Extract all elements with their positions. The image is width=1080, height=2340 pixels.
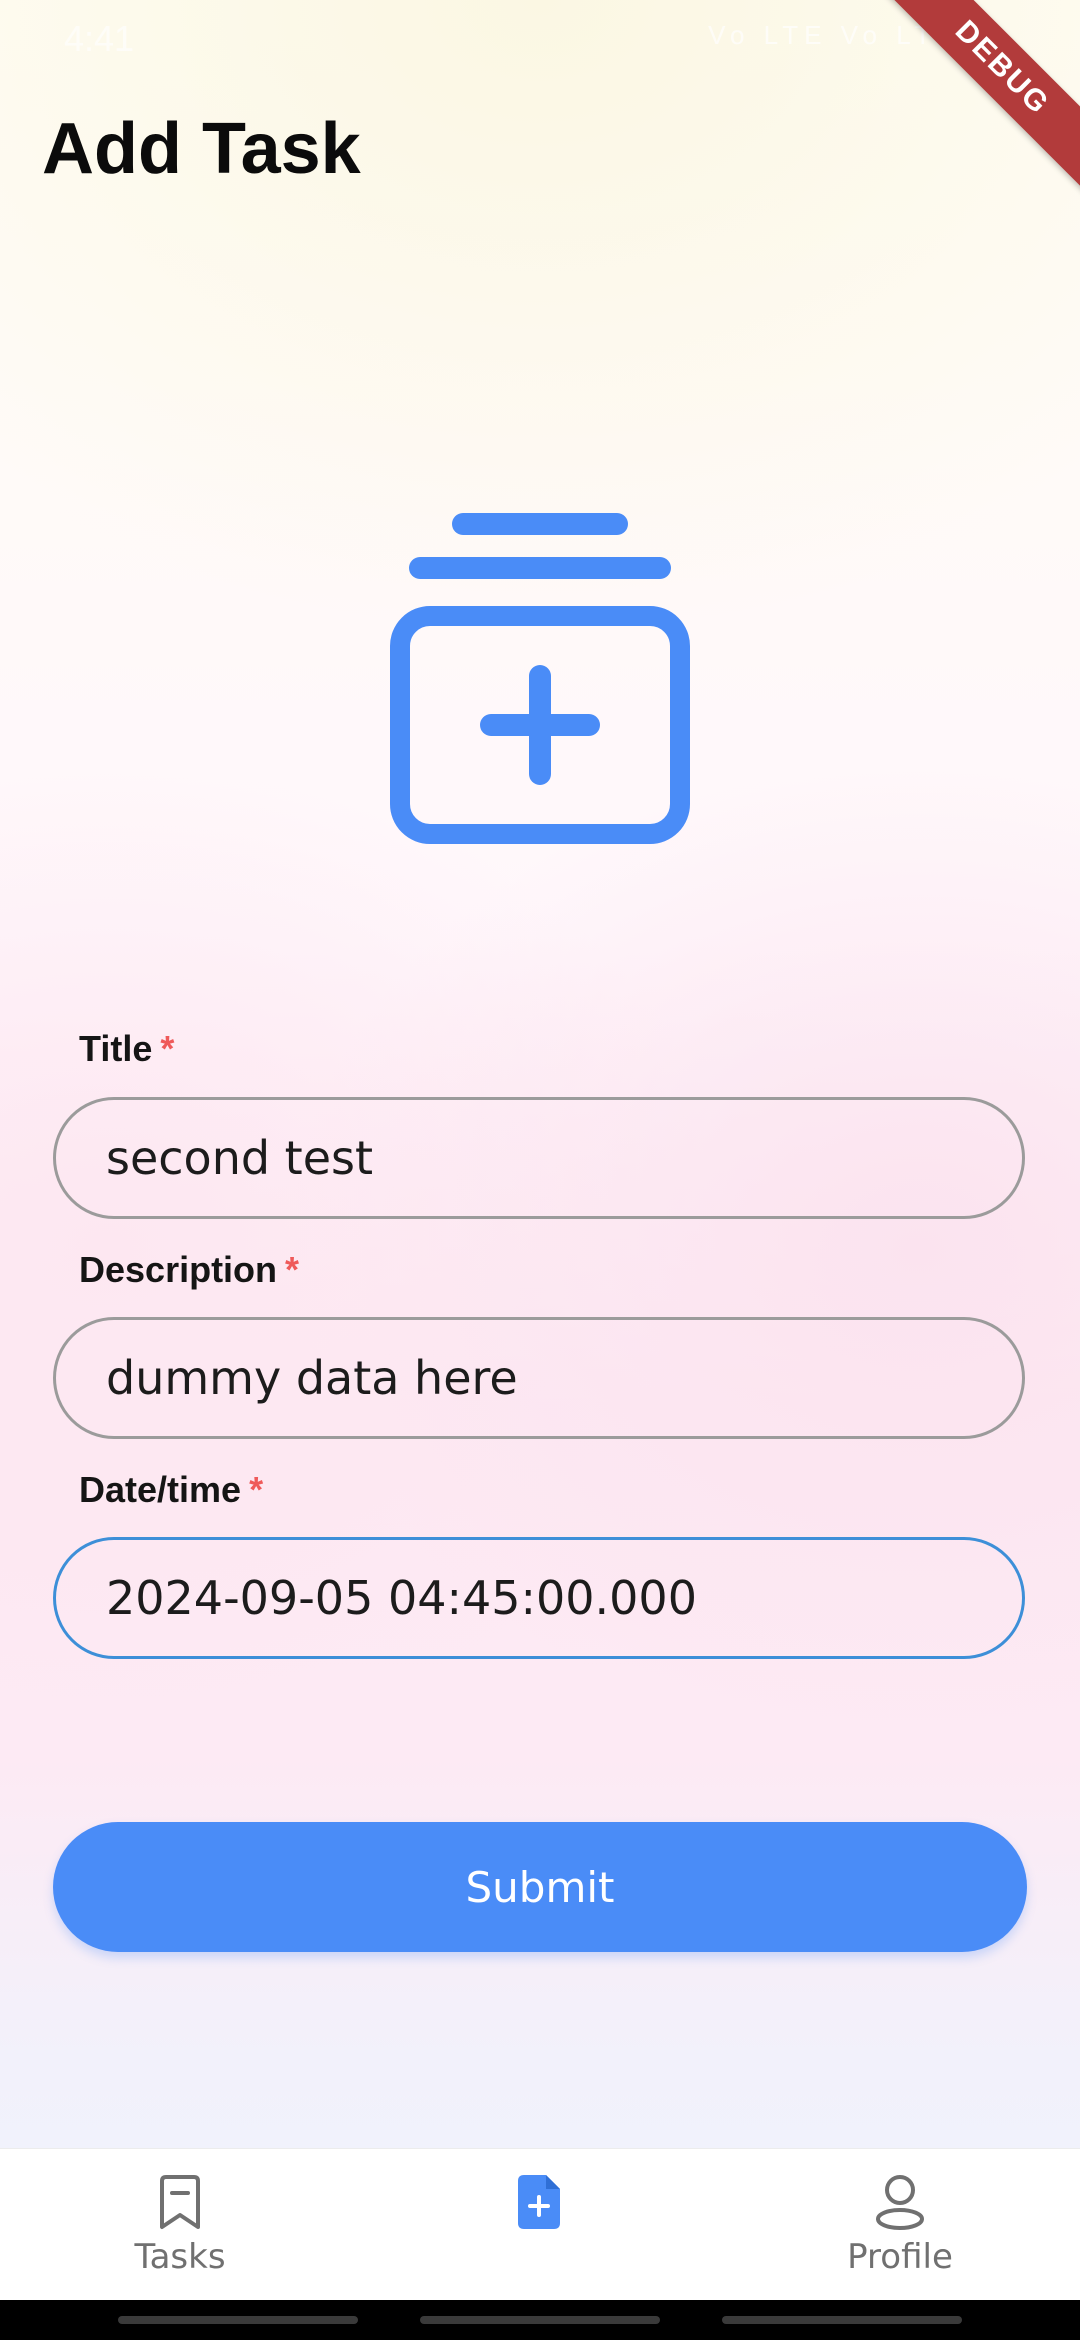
submit-button[interactable]: Submit (53, 1822, 1027, 1952)
system-gesture-bar (0, 2300, 1080, 2340)
person-icon (876, 2175, 924, 2230)
required-mark: * (285, 1249, 300, 1290)
bottom-navigation: Tasks Profile (0, 2148, 1080, 2301)
nav-label-tasks: Tasks (134, 2237, 226, 2277)
title-label: Title * (79, 1028, 175, 1069)
gesture-pill (722, 2316, 962, 2324)
add-task-screen: 4:41 Vo LTE Vo LTE DEBUG Add Task Title *… (0, 0, 1080, 2340)
gesture-pill (118, 2316, 358, 2324)
status-time: 4:41 (64, 18, 135, 59)
nav-item-tasks[interactable]: Tasks (80, 2173, 280, 2277)
bookmark-icon (160, 2175, 200, 2229)
required-mark: * (249, 1469, 264, 1510)
add-file-icon (518, 2175, 560, 2229)
description-label: Description * (79, 1249, 300, 1290)
page-title: Add Task (42, 109, 361, 189)
required-mark: * (160, 1028, 175, 1069)
title-input[interactable] (53, 1097, 1025, 1219)
datetime-label: Date/time * (79, 1469, 264, 1510)
nav-label-profile: Profile (847, 2237, 953, 2277)
description-input[interactable] (53, 1317, 1025, 1439)
nav-item-add-task[interactable] (440, 2173, 640, 2237)
nav-item-profile[interactable]: Profile (800, 2173, 1000, 2277)
datetime-input[interactable] (53, 1537, 1025, 1659)
gesture-pill (420, 2316, 660, 2324)
add-task-illustration-icon (390, 513, 690, 844)
